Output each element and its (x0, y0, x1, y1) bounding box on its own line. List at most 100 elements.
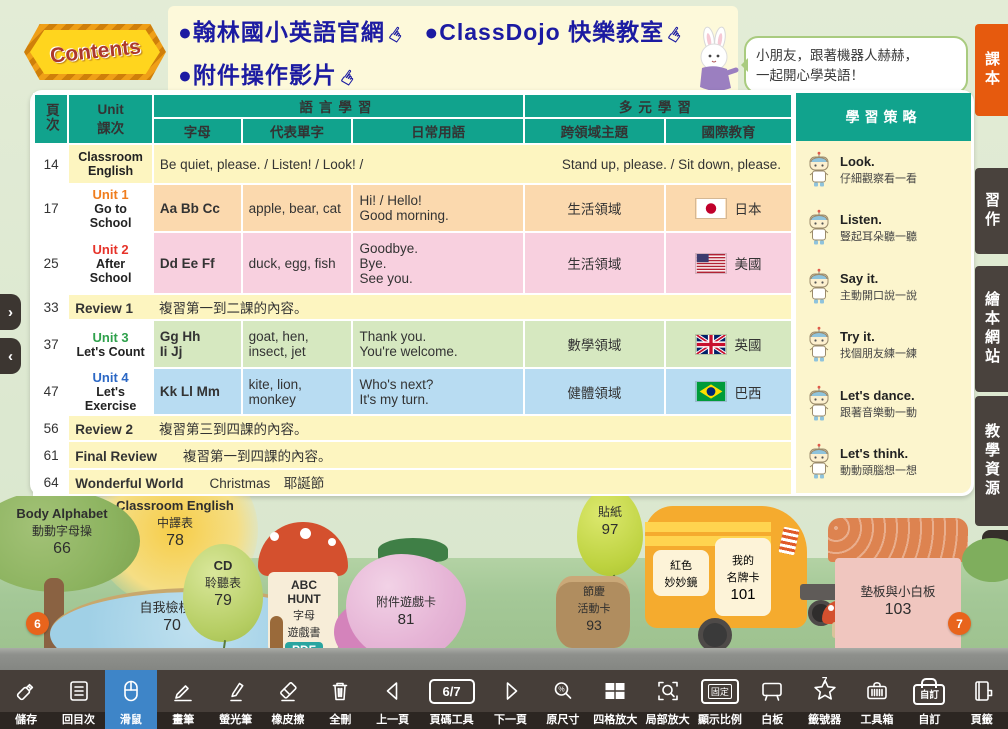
domain-cell: 生活領域 (524, 232, 665, 294)
whiteboard-icon (759, 670, 785, 712)
display-ratio-icon: 固定 (701, 670, 739, 712)
page-number: 33 (34, 294, 68, 320)
tool-delete-all[interactable]: 全刪 (314, 670, 366, 729)
table-row: 17 Unit 1 Go to School Aa Bb Cc apple, b… (34, 184, 792, 232)
page-number: 17 (34, 184, 68, 232)
label-abc-hunt: ABC HUNT 字母 遊戲書 PDF (274, 578, 334, 659)
label-attachment-game-cards: 附件遊戲卡 81 (352, 592, 460, 628)
header-links-panel: ●翰林國小英語官網☞ ●ClassDojo 快樂教室☞ ●附件操作影片☞ (168, 6, 738, 98)
toolbox-icon (864, 670, 890, 712)
label-body-alphabet: Body Alphabet 動動字母操 66 (0, 506, 130, 558)
col-header-intl-edu: 國際教育 (665, 118, 792, 144)
tab-textbook[interactable]: 課本 (975, 24, 1008, 116)
tool-pen[interactable]: 畫筆 (157, 670, 209, 729)
words-cell: apple, bear, cat (242, 184, 353, 232)
col-header-language-learning: 語言學習 (153, 94, 524, 118)
tab-workbook[interactable]: 習作 (975, 168, 1008, 254)
usa-flag-icon (695, 253, 727, 274)
shop-house: 墊板與小白板 103 (835, 518, 961, 652)
letters-cell: Kk Ll Mm (153, 368, 242, 415)
tab-picturebook-site[interactable]: 繪本網站 (975, 266, 1008, 392)
page-badge-left: 6 (26, 612, 49, 635)
daily-cell: Goodbye. Bye. See you. (352, 232, 523, 294)
star-number-icon: 7 (812, 670, 838, 712)
zoom-percent-icon: % (550, 670, 576, 712)
tool-next-page[interactable]: 下一頁 (484, 670, 536, 729)
partial-zoom-icon (655, 670, 681, 712)
tool-mouse[interactable]: 滑鼠 (105, 670, 157, 729)
table-row: 33 Review 1複習第一到二課的內容。 (34, 294, 792, 320)
page-number: 37 (34, 320, 68, 368)
daily-cell: Who's next? It's my turn. (352, 368, 523, 415)
left-panel-close-button[interactable]: ‹ (0, 338, 21, 374)
letters-cell: Aa Bb Cc (153, 184, 242, 232)
robot-icon (804, 385, 834, 423)
tool-four-grid-zoom[interactable]: 四格放大 (589, 670, 641, 729)
country-cell: 美國 (665, 232, 792, 294)
link-official-site[interactable]: ●翰林國小英語官網 (178, 19, 385, 45)
table-row: 37 Unit 3 Let's Count Gg Hh Ii Jj goat, … (34, 320, 792, 368)
tool-page-indicator[interactable]: 6/7 頁碼工具 (419, 670, 484, 729)
label-board-and-whiteboard: 墊板與小白板 103 (835, 580, 961, 619)
caravan-vent (778, 527, 799, 556)
previous-page-icon (380, 670, 406, 712)
label-cd-listening-table: CD 聆聽表 79 (183, 558, 263, 610)
review-cell: Review 1複習第一到二課的內容。 (68, 294, 792, 320)
unit-cell: Unit 4 Let's Exercise (68, 368, 153, 415)
words-cell: kite, lion, monkey (242, 368, 353, 415)
tool-number-picker[interactable]: 7 籤號器 (798, 670, 850, 729)
link-attachment-videos[interactable]: ●附件操作影片 (178, 62, 337, 88)
strategies-header: 學習策略 (796, 93, 971, 141)
contents-table: 頁次 Unit 課次 語言學習 多元學習 字母 代表單字 日常用語 跨領域主題 … (33, 93, 793, 496)
domain-cell: 數學領域 (524, 320, 665, 368)
page-number: 61 (34, 441, 68, 469)
road (0, 648, 1008, 670)
tool-custom[interactable]: 自訂 自訂 (903, 670, 955, 729)
page-indicator[interactable]: 6/7 (429, 679, 475, 704)
unit-cell: Unit 3 Let's Count (68, 320, 153, 368)
tool-display-ratio[interactable]: 固定 顯示比例 (694, 670, 746, 729)
contents-title: Contents (48, 35, 141, 68)
label-my-name-tag-card: 我的 名牌卡 101 (715, 538, 771, 616)
classroom-english-phrases: Be quiet, please. / Listen! / Look! / St… (153, 144, 792, 184)
strategy-lets-think: Let's think.動動頭腦想一想 (804, 443, 965, 481)
label-red-magic-mirror: 紅色 妙妙鏡 (653, 550, 709, 596)
tool-eraser[interactable]: 橡皮擦 (262, 670, 314, 729)
strategy-look: Look.仔細觀察看一看 (804, 151, 965, 189)
domain-cell: 生活領域 (524, 184, 665, 232)
table-row: 56 Review 2複習第三到四課的內容。 (34, 415, 792, 441)
four-grid-icon (602, 670, 628, 712)
contents-ribbon: Contents (24, 24, 166, 80)
tool-whiteboard[interactable]: 白板 (746, 670, 798, 729)
hand-pointer-icon: ☞ (376, 16, 419, 54)
robot-icon (804, 443, 834, 481)
link-classdojo[interactable]: ●ClassDojo 快樂教室 (424, 19, 664, 45)
robot-icon (804, 326, 834, 364)
tool-toolbox[interactable]: 工具箱 (851, 670, 903, 729)
tool-save[interactable]: 儲存 (0, 670, 52, 729)
tool-original-size[interactable]: % 原尺寸 (537, 670, 589, 729)
save-icon (13, 670, 39, 712)
tool-highlighter[interactable]: 螢光筆 (209, 670, 261, 729)
table-row: 47 Unit 4 Let's Exercise Kk Ll Mm kite, … (34, 368, 792, 415)
left-panel-open-button[interactable]: › (0, 294, 21, 330)
bottom-toolbar: 儲存 回目次 滑鼠 畫筆 螢光筆 橡皮擦 全刪 上一頁 (0, 670, 1008, 729)
page-number: 64 (34, 469, 68, 495)
attachments-scene: Classroom English 中譯表 78 Body Alphabet 動… (0, 496, 1008, 670)
tool-back-to-contents[interactable]: 回目次 (52, 670, 104, 729)
highlighter-icon (223, 670, 249, 712)
page-badge-right: 7 (948, 612, 971, 635)
letters-cell: Gg Hh Ii Jj (153, 320, 242, 368)
tool-page-tabs[interactable]: 頁籤 (956, 670, 1008, 729)
letters-cell: Dd Ee Ff (153, 232, 242, 294)
speech-line-2: 一起開心學英語！ (756, 66, 956, 86)
strategy-say-it: Say it.主動開口說一說 (804, 268, 965, 306)
brazil-flag-icon (695, 381, 727, 402)
col-header-words: 代表單字 (242, 118, 353, 144)
tool-partial-zoom[interactable]: 局部放大 (641, 670, 693, 729)
tool-previous-page[interactable]: 上一頁 (367, 670, 419, 729)
unit-cell: Classroom English (68, 144, 153, 184)
page-tabs-icon (969, 670, 995, 712)
caravan-wheel (698, 618, 732, 652)
words-cell: duck, egg, fish (242, 232, 353, 294)
